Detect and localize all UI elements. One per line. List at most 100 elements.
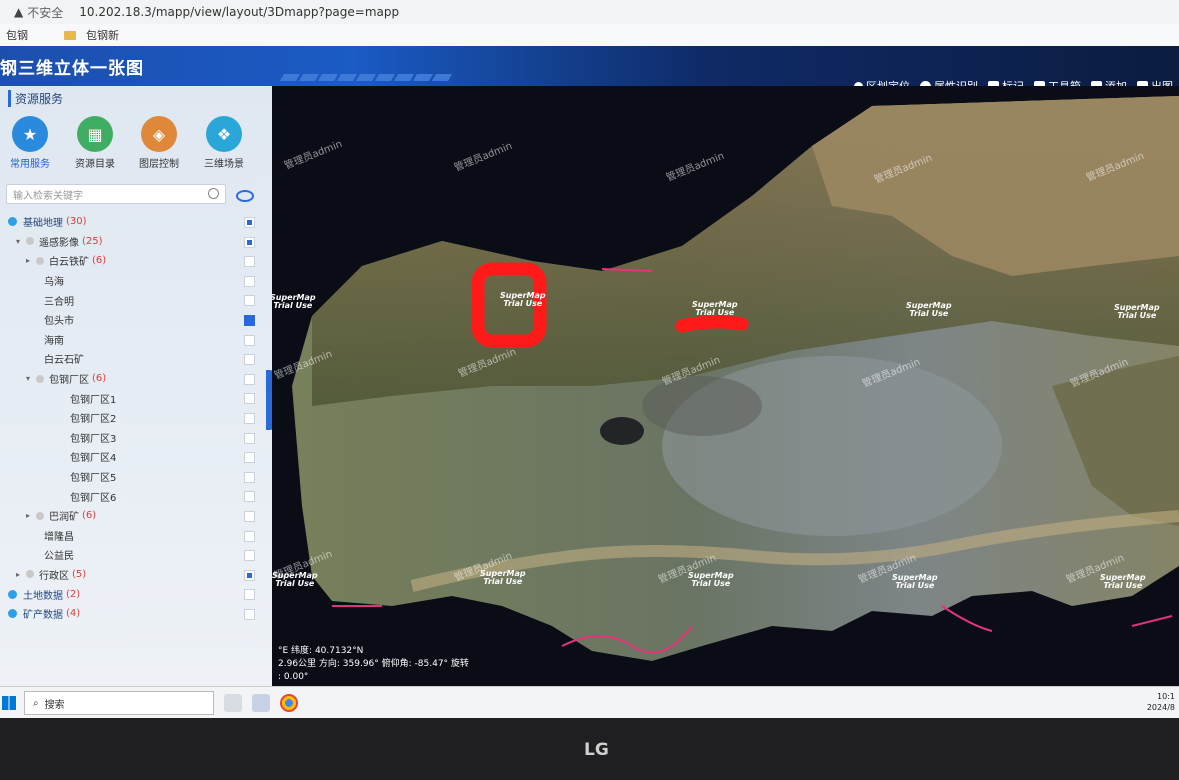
expand-arrow-icon[interactable]: ▸ [26,256,36,265]
supermap-label: SuperMap Trial Use [892,573,938,590]
bookmarks-bar: 包钢 包钢新 [0,24,1179,47]
tree-node-label: 公益民 [44,551,74,563]
tree-node[interactable]: 乌海 [0,271,272,291]
tree-node[interactable]: ▸ 行政区 (5) [0,565,272,585]
layer-tree: 基础地理 (30) ▾ 遥感影像 (25) ▸ 白云铁矿 (6) 乌海 三合明 包头市 海南 白云石矿 ▾… [0,212,272,623]
layer-checkbox[interactable] [244,256,255,268]
windows-taskbar: ⌕ 搜索 10:1 2024/8 [0,686,1179,718]
expand-arrow-icon[interactable]: ▾ [26,374,36,383]
folder-icon [26,570,34,579]
tree-node[interactable]: 白云石矿 [0,349,272,369]
tree-node-label: 包头市 [44,316,74,328]
tree-node[interactable]: 包钢厂区6 [0,486,272,506]
tree-node-label: 矿产数据 [23,610,63,622]
chrome-icon[interactable] [280,694,298,712]
tree-node-label: 遥感影像 [39,237,79,249]
taskbar-search[interactable]: ⌕ 搜索 [24,691,214,715]
layer-checkbox[interactable] [244,334,255,346]
layers-icon: ◈ [141,116,177,152]
layer-checkbox[interactable] [244,217,255,228]
grid-icon: ▦ [77,116,113,152]
app-title: 钢三维立体一张图 [0,59,144,79]
tree-node[interactable]: 矿产数据 (4) [0,604,272,624]
supermap-label: SuperMap Trial Use [480,569,526,586]
tree-node-label: 包钢厂区3 [70,433,117,445]
layer-checkbox[interactable] [244,510,255,522]
satellite-imagery [292,96,1179,661]
star-icon: ★ [12,116,48,152]
folder-icon [36,374,44,383]
cube-icon: ❖ [206,116,242,152]
service-layer-control[interactable]: ◈ 图层控制 [129,116,189,170]
tree-node[interactable]: 包头市 [0,310,272,330]
map-view[interactable]: 管理员admin 管理员admin 管理员admin 管理员admin 管理员a… [272,86,1179,686]
tree-node-label: 巴润矿 [49,512,79,524]
tree-node[interactable]: 包钢厂区3 [0,428,272,448]
layer-checkbox[interactable] [244,452,255,464]
tree-node-count: (6) [92,373,107,385]
bookmark-baogang[interactable]: 包钢 [6,27,28,43]
service-3d-scene[interactable]: ❖ 三维场景 [194,116,254,170]
search-input[interactable]: 输入检索关键字 [6,184,226,204]
tree-node[interactable]: 基础地理 (30) [0,212,272,232]
tree-node-label: 土地数据 [23,590,63,602]
layer-checkbox[interactable] [244,550,255,562]
layer-checkbox[interactable] [244,354,255,366]
layer-checkbox[interactable] [244,491,255,503]
layer-checkbox[interactable] [244,275,255,287]
system-tray-clock[interactable]: 10:1 2024/8 [1147,691,1175,713]
search-icon[interactable] [208,188,219,199]
supermap-label: SuperMap Trial Use [272,571,318,588]
tree-node[interactable]: 土地数据 (2) [0,584,272,604]
layer-checkbox[interactable] [244,530,255,542]
service-catalog[interactable]: ▦ 资源目录 [65,116,125,170]
expand-arrow-icon[interactable]: ▸ [26,511,36,520]
browser-address-bar[interactable]: ▲ 不安全 10.202.18.3/mapp/view/layout/3Dmap… [0,0,1179,24]
layer-checkbox[interactable] [244,589,255,601]
supermap-label: SuperMap Trial Use [272,293,316,310]
tree-node-label: 包钢厂区5 [70,473,117,485]
bookmark-baogang-new[interactable]: 包钢新 [86,27,119,43]
tree-node[interactable]: ▸ 巴润矿 (6) [0,506,272,526]
tree-node[interactable]: 包钢厂区4 [0,447,272,467]
search-icon: ⌕ [33,697,39,709]
tree-node-label: 包钢厂区6 [70,492,117,504]
service-common[interactable]: ★ 常用服务 [0,116,60,170]
url-text[interactable]: 10.202.18.3/mapp/view/layout/3Dmapp?page… [79,5,399,19]
layer-checkbox[interactable] [244,432,255,444]
tree-node[interactable]: 包钢厂区2 [0,408,272,428]
tree-node[interactable]: ▸ 白云铁矿 (6) [0,251,272,271]
tree-node[interactable]: 增隆昌 [0,526,272,546]
app-icon[interactable] [252,694,270,712]
tree-node[interactable]: 海南 [0,330,272,350]
tree-node[interactable]: ▾ 遥感影像 (25) [0,232,272,252]
tree-node[interactable]: 三合明 [0,290,272,310]
tree-node[interactable]: ▾ 包钢厂区 (6) [0,369,272,389]
tree-node-label: 白云铁矿 [49,257,89,269]
tree-node-label: 包钢厂区4 [70,453,117,465]
tree-node[interactable]: 公益民 [0,545,272,565]
eye-icon[interactable] [236,190,254,202]
layer-group-icon [8,609,17,619]
folder-icon [26,237,34,246]
layer-checkbox[interactable] [244,393,255,405]
layer-checkbox[interactable] [244,236,255,248]
tree-node[interactable]: 包钢厂区1 [0,388,272,408]
tree-node[interactable]: 包钢厂区5 [0,467,272,487]
task-view-icon[interactable] [224,694,242,712]
folder-icon [36,256,44,265]
expand-arrow-icon[interactable]: ▾ [16,237,26,246]
supermap-label: SuperMap Trial Use [692,300,738,317]
windows-logo-icon[interactable] [2,696,16,710]
tree-node-label: 行政区 [39,570,69,582]
tree-node-label: 包钢厂区 [49,375,89,387]
expand-arrow-icon[interactable]: ▸ [16,570,26,579]
layer-checkbox[interactable] [244,569,255,581]
folder-icon [64,30,76,40]
layer-checkbox[interactable] [244,295,255,307]
layer-checkbox[interactable] [244,314,255,326]
layer-checkbox[interactable] [244,471,255,483]
layer-checkbox[interactable] [244,373,255,385]
layer-checkbox[interactable] [244,412,255,424]
layer-checkbox[interactable] [244,608,255,620]
